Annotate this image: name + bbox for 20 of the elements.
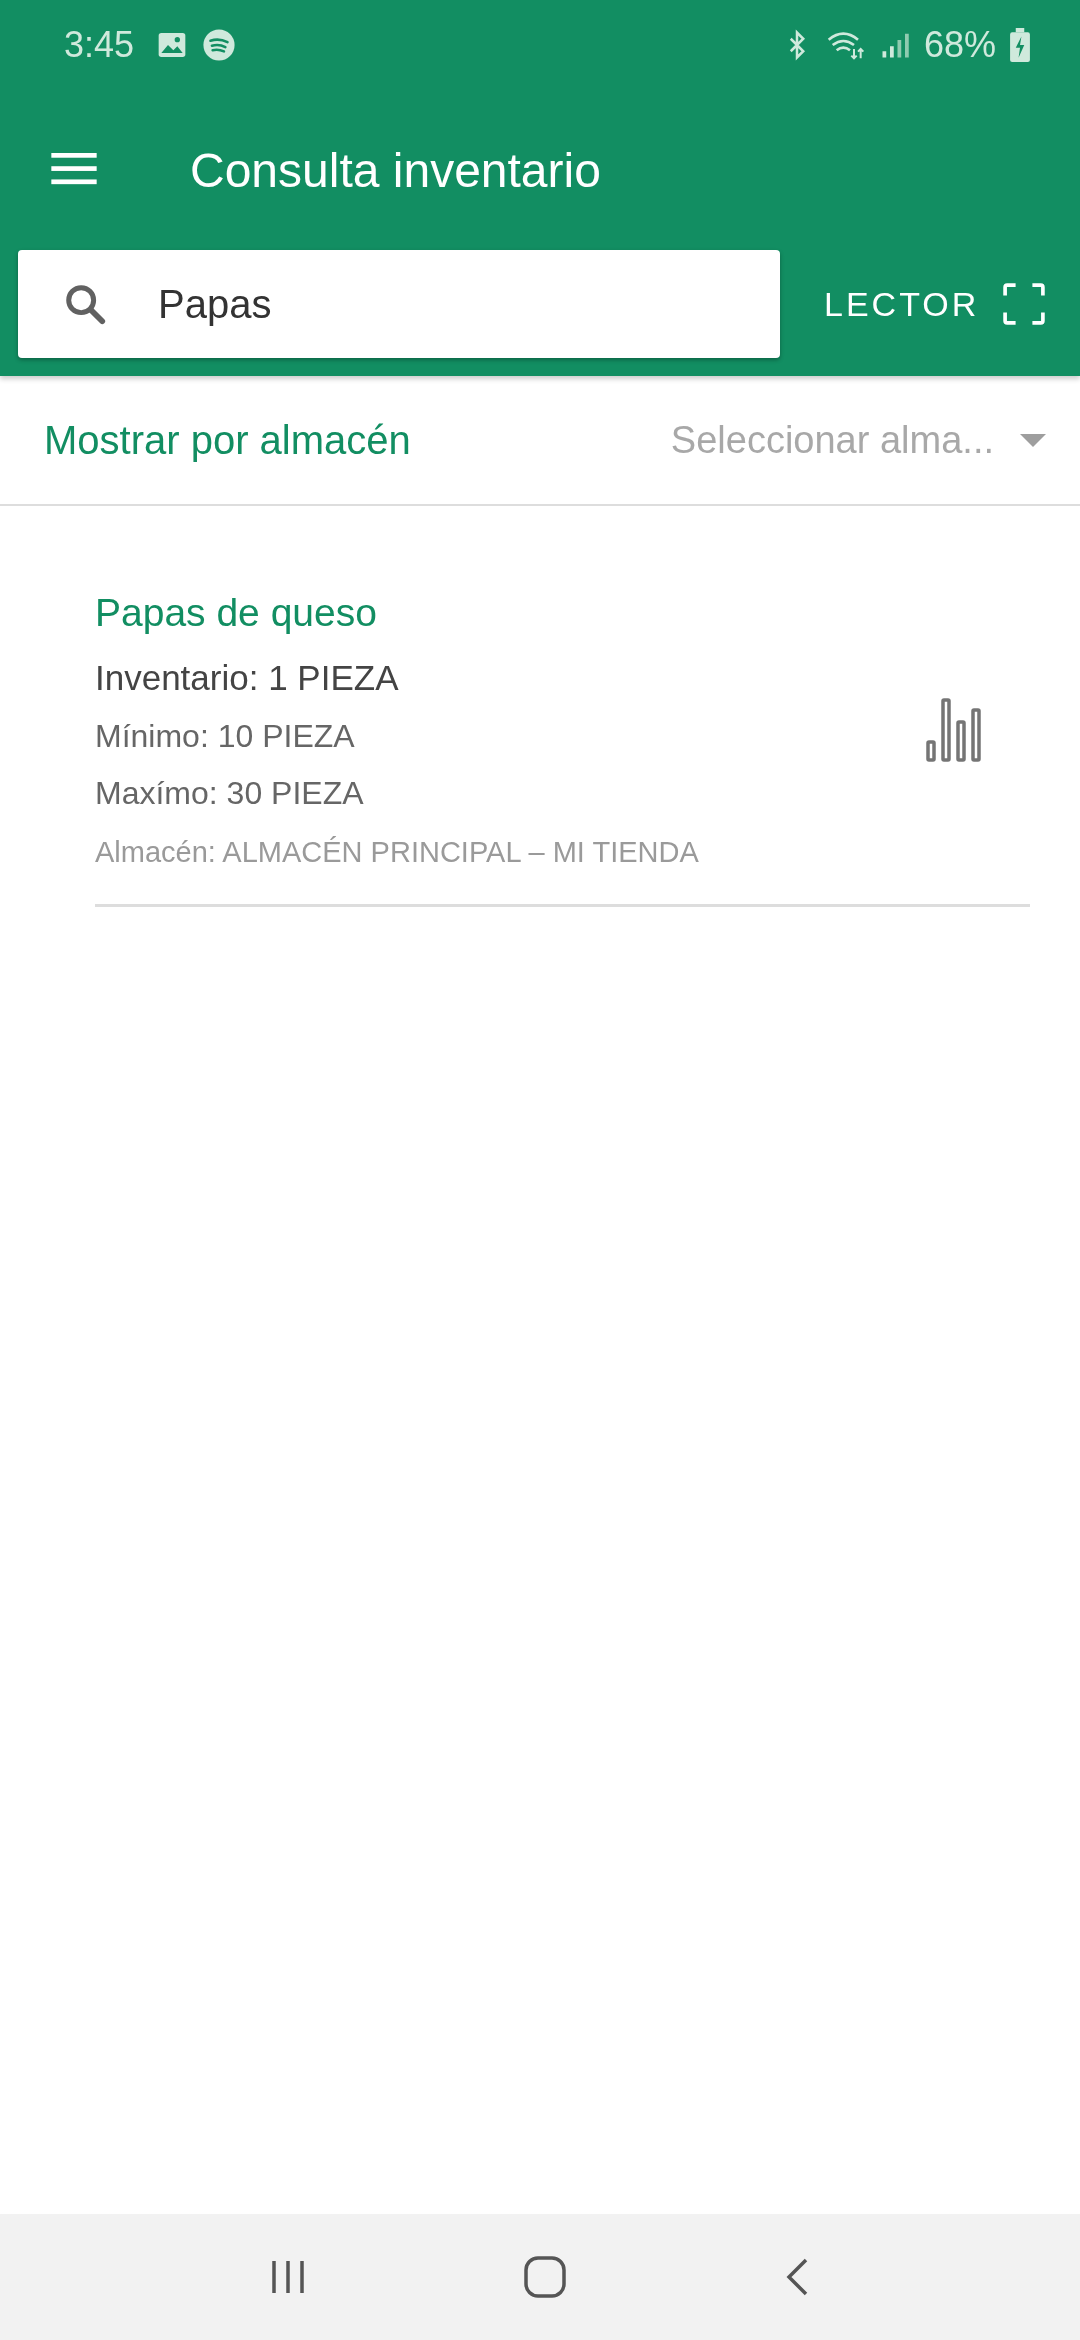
minimum-text: Mínimo: 10 PIEZA — [95, 717, 356, 756]
home-icon[interactable] — [523, 2255, 567, 2299]
screen-title: Consulta inventario — [190, 142, 601, 198]
warehouse-text: Almacén: ALMACÉN PRINCIPAL – MI TIENDA — [95, 835, 699, 870]
status-time: 3:45 — [64, 24, 135, 66]
menu-icon[interactable] — [50, 153, 98, 187]
music-app-icon — [202, 28, 237, 62]
bar-chart-icon[interactable] — [926, 698, 982, 762]
scanner-button[interactable]: LECTOR — [824, 283, 1046, 325]
scan-frame-icon — [1003, 283, 1046, 325]
search-field[interactable]: Papas — [18, 250, 780, 358]
product-name: Papas de queso — [95, 590, 378, 636]
wifi-icon — [825, 29, 866, 61]
battery-level: 68% — [923, 24, 996, 66]
battery-charging-icon — [1010, 28, 1030, 62]
maximum-text: Maxímo: 30 PIEZA — [95, 774, 365, 813]
inventory-item[interactable]: Papas de queso Inventario: 1 PIEZA Mínimo: 10 PIEZA Maxímo: 30 PIEZA Almacén: ALMACÉN PRINCIPAL – MI TIENDA — [95, 578, 1030, 907]
filter-label: Mostrar por almacén — [44, 417, 411, 463]
dropdown-caret-icon — [1020, 433, 1046, 447]
inventory-text: Inventario: 1 PIEZA — [95, 657, 400, 699]
